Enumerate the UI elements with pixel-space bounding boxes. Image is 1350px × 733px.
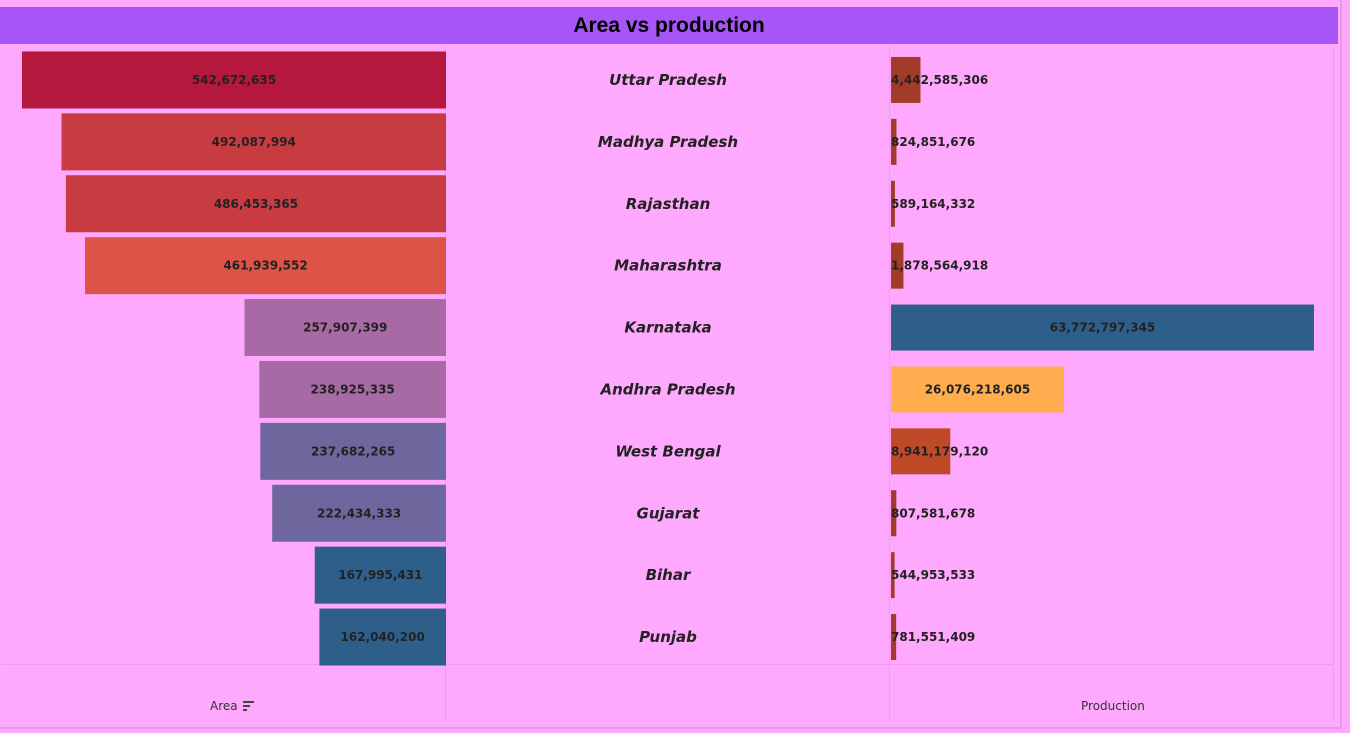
category-label: Karnataka — [624, 319, 711, 337]
area-axis-label: Area — [210, 699, 238, 713]
area-data-label: 222,434,333 — [317, 506, 401, 520]
production-data-label: 1,878,564,918 — [891, 259, 988, 273]
area-data-label: 257,907,399 — [303, 321, 387, 335]
category-label: Uttar Pradesh — [609, 71, 727, 89]
area-data-label: 237,682,265 — [311, 444, 395, 458]
area-data-label: 167,995,431 — [338, 568, 422, 582]
area-axis-caption[interactable]: Area — [210, 699, 254, 713]
area-data-label: 486,453,365 — [214, 197, 298, 211]
area-data-label: 542,672,635 — [192, 73, 276, 87]
area-data-label: 238,925,335 — [311, 382, 395, 396]
category-label: Gujarat — [637, 504, 701, 522]
production-data-label: 781,551,409 — [891, 630, 975, 644]
production-data-label: 824,851,676 — [891, 135, 975, 149]
production-data-label: 589,164,332 — [891, 197, 975, 211]
area-data-label: 492,087,994 — [212, 135, 296, 149]
production-data-label: 8,941,179,120 — [891, 444, 988, 458]
category-label: Bihar — [646, 566, 692, 584]
sort-descending-icon[interactable] — [242, 701, 254, 711]
production-data-label: 63,772,797,345 — [1050, 321, 1156, 335]
area-data-label: 162,040,200 — [341, 630, 425, 644]
production-data-label: 544,953,533 — [891, 568, 975, 582]
category-label: Madhya Pradesh — [598, 133, 738, 151]
category-label: Andhra Pradesh — [599, 380, 735, 398]
production-data-label: 807,581,678 — [891, 506, 975, 520]
butterfly-bar-chart: 542,672,635 Uttar Pradesh 4,442,585,306 492… — [22, 51, 1314, 666]
category-label: Punjab — [639, 628, 697, 646]
area-data-label: 461,939,552 — [223, 259, 307, 273]
category-label: West Bengal — [615, 442, 721, 460]
category-label: Rajasthan — [626, 195, 711, 213]
production-data-label: 26,076,218,605 — [925, 382, 1031, 396]
category-label: Maharashtra — [614, 257, 722, 275]
production-data-label: 4,442,585,306 — [891, 73, 988, 87]
production-axis-label: Production — [1081, 699, 1145, 713]
production-axis-caption: Production — [1081, 699, 1145, 713]
